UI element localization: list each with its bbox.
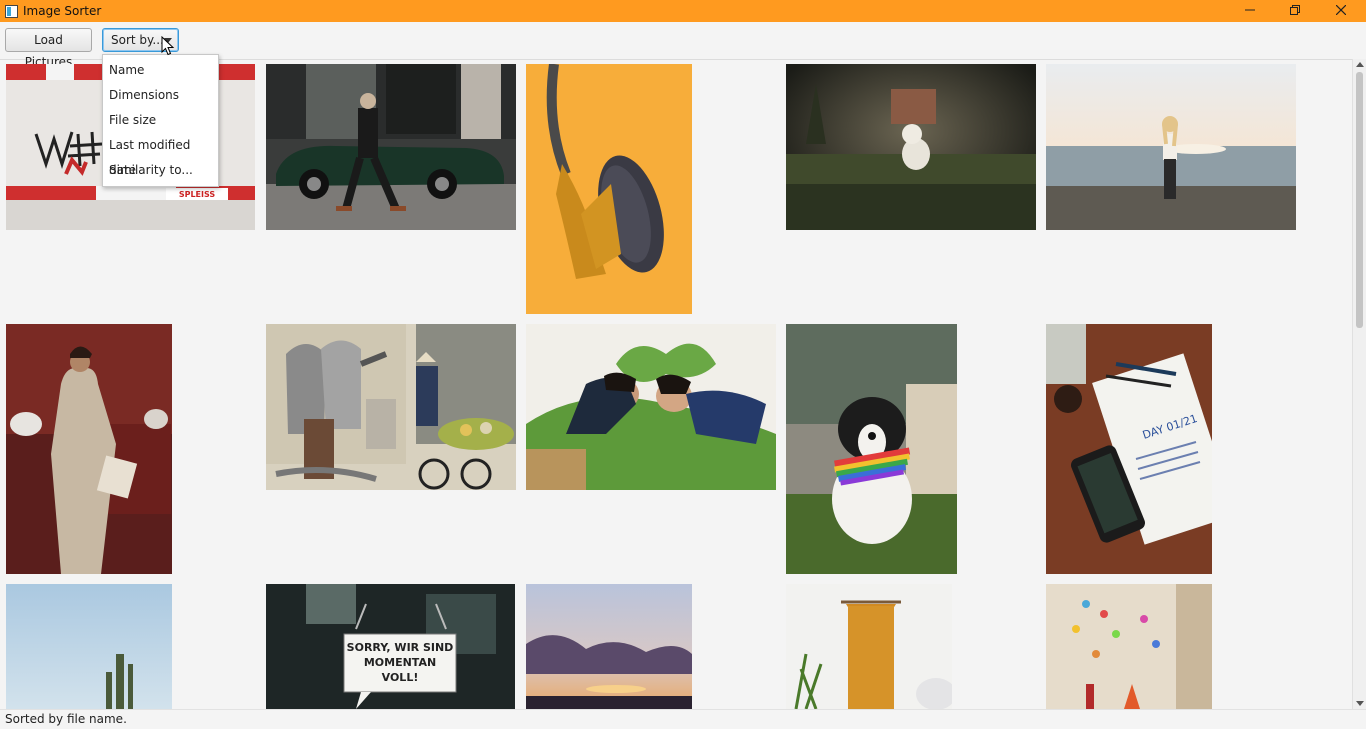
photo-sunset-clouds[interactable]: [526, 584, 692, 709]
shop-sign-text: SORRY, WIR SIND MOMENTAN VOLL!: [346, 641, 454, 684]
photo-dog-in-field[interactable]: [786, 64, 1036, 230]
minimize-icon: [1244, 9, 1255, 11]
app-icon: [5, 5, 18, 18]
sort-menu-item-last-modified[interactable]: Last modified date: [103, 133, 218, 177]
scroll-up-icon[interactable]: [1356, 62, 1364, 67]
photo-two-women-grass[interactable]: [526, 324, 776, 490]
scroll-down-icon[interactable]: [1356, 701, 1364, 706]
restore-button[interactable]: [1272, 0, 1317, 22]
photo-street-mural-vendor[interactable]: [266, 324, 516, 490]
graffiti-sign-text: SPLEISS: [179, 190, 216, 199]
status-bar: Sorted by file name.: [0, 709, 1366, 729]
sort-by-label: Sort by...: [111, 33, 164, 47]
photo-street-vintage-car[interactable]: [266, 64, 516, 230]
restore-icon: [1289, 5, 1300, 15]
vertical-scrollbar[interactable]: [1352, 59, 1366, 709]
photo-woman-at-sea[interactable]: [1046, 64, 1296, 230]
photo-dog-rainbow-scarf[interactable]: [786, 324, 957, 574]
title-bar: Image Sorter: [0, 0, 1366, 22]
close-button[interactable]: [1318, 0, 1363, 22]
photo-cactus-sky[interactable]: [6, 584, 172, 709]
sort-menu-item-dimensions[interactable]: Dimensions: [103, 83, 218, 108]
status-text: Sorted by file name.: [5, 712, 127, 726]
photo-notebook-phone-desk[interactable]: DAY 01/21: [1046, 324, 1212, 574]
window-title: Image Sorter: [23, 4, 102, 18]
photo-macrame-wall[interactable]: [786, 584, 952, 709]
scrollbar-thumb[interactable]: [1356, 72, 1363, 328]
sort-menu-item-name[interactable]: Name: [103, 58, 218, 83]
sort-menu-item-file-size[interactable]: File size: [103, 108, 218, 133]
sort-menu-item-similarity[interactable]: Similarity to...: [103, 158, 218, 183]
photo-shop-sign[interactable]: SORRY, WIR SIND MOMENTAN VOLL!: [266, 584, 515, 709]
photo-kitchen-magnets[interactable]: [1046, 584, 1212, 709]
photo-headphones-yellow[interactable]: [526, 64, 692, 314]
mouse-cursor-icon: [161, 36, 175, 56]
load-pictures-button[interactable]: Load Pictures: [5, 28, 92, 69]
close-icon: [1335, 4, 1346, 16]
sort-menu: Name Dimensions File size Last modified …: [102, 54, 219, 187]
photo-woman-in-dress[interactable]: [6, 324, 172, 574]
minimize-button[interactable]: [1227, 0, 1272, 22]
